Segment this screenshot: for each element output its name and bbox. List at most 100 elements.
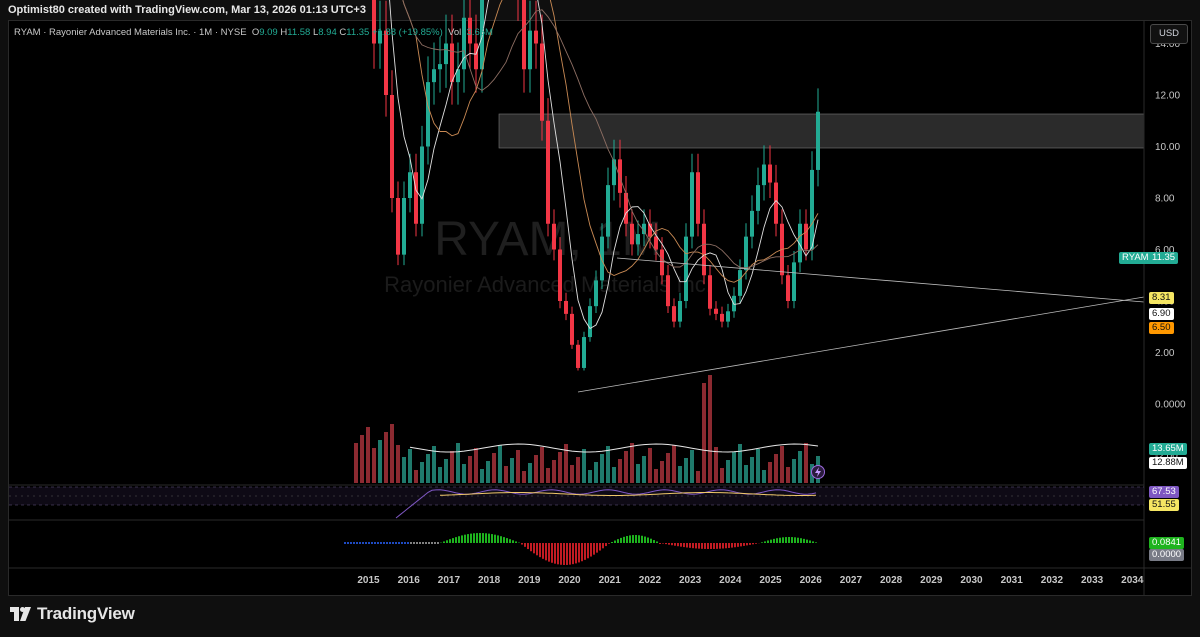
macd-bar (704, 543, 706, 549)
macd-bar (680, 543, 682, 547)
symbol-legend[interactable]: RYAM · Rayonier Advanced Materials Inc. … (14, 27, 493, 38)
macd-bar (560, 543, 562, 565)
macd-dot (392, 542, 394, 544)
macd-bar (779, 537, 781, 543)
volume-bar (504, 466, 508, 483)
price-axis[interactable]: 26.0024.0022.0020.0018.0016.0014.0012.00… (1155, 0, 1186, 462)
candle-body (756, 185, 760, 211)
macd-dot (386, 542, 388, 544)
volume-bar (798, 451, 802, 483)
macd-bar (557, 543, 559, 565)
volume-bar (354, 443, 358, 483)
tradingview-brand[interactable]: TradingView (10, 604, 135, 624)
macd-bar (572, 543, 574, 565)
macd-bar (470, 533, 472, 543)
volume-bar (474, 448, 478, 483)
macd-dot (434, 542, 436, 544)
symbol-price-tag: RYAM (1119, 252, 1152, 264)
volume-bar (528, 463, 532, 483)
macd-bar (554, 543, 556, 564)
volume-bar (666, 453, 670, 483)
watermark-name: Rayonier Advanced Materials Inc. (384, 272, 712, 297)
macd-bar (536, 543, 538, 556)
macd-bar (746, 543, 748, 546)
volume-bar (606, 446, 610, 483)
macd-dot (401, 542, 403, 544)
macd-dot (428, 542, 430, 544)
volume-bar (462, 464, 466, 483)
macd-bar (617, 539, 619, 543)
macd-dot (410, 542, 412, 544)
macd-bar (551, 543, 553, 563)
macd-bar (809, 540, 811, 543)
macd-bar (530, 543, 532, 552)
alert-bolt-icon[interactable] (811, 465, 825, 479)
volume-bar (378, 440, 382, 483)
volume-bar (660, 461, 664, 483)
macd-bar (698, 543, 700, 549)
time-tick: 2016 (398, 575, 421, 586)
macd-bar (449, 539, 451, 543)
volume-bar (498, 445, 502, 483)
candle-body (774, 182, 778, 224)
macd-bar (695, 543, 697, 549)
macd-bar (599, 543, 601, 551)
macd-bar (737, 543, 739, 547)
volume-bar (510, 458, 514, 483)
macd-bar (524, 543, 526, 547)
macd-dot (344, 542, 346, 544)
macd-bar (467, 534, 469, 543)
candle-body (540, 43, 544, 121)
volume-ma-tag: 12.88M (1149, 457, 1187, 469)
macd-bar (770, 539, 772, 543)
macd-bar (782, 537, 784, 543)
macd-dot (353, 542, 355, 544)
macd-dot (374, 542, 376, 544)
macd-bar (650, 538, 652, 543)
macd-bar (605, 543, 607, 547)
macd-bar (512, 540, 514, 543)
volume-bar (690, 450, 694, 483)
macd-bar (515, 541, 517, 543)
candle-body (426, 82, 430, 147)
macd-bar (797, 537, 799, 543)
volume-bar (756, 449, 760, 483)
lower-trendline[interactable] (577, 296, 1145, 393)
candle-body (738, 270, 742, 296)
volume-bar (672, 445, 676, 483)
price-tick: 10.00 (1155, 142, 1180, 153)
macd-bar (635, 535, 637, 543)
volume-bar (642, 456, 646, 483)
candle-body (810, 169, 814, 250)
macd-bar (446, 540, 448, 543)
macd-bar (752, 543, 754, 545)
volume-bar (516, 450, 520, 483)
time-tick: 2020 (558, 575, 581, 586)
macd-bar (587, 543, 589, 559)
volume-bar (732, 452, 736, 483)
legend-low: 8.94 (318, 27, 337, 38)
volume-bar (402, 457, 406, 483)
macd-bar (692, 543, 694, 549)
time-axis[interactable]: 2015 2016 2017 2018 2019 2020 2021 2022 2023 2024… (357, 575, 1143, 586)
macd-bar (683, 543, 685, 548)
volume-bar (492, 453, 496, 483)
candle-body (396, 198, 400, 255)
volume-bar (408, 449, 412, 483)
macd-bar (743, 543, 745, 546)
macd-zero-tag: 0.0000 (1149, 549, 1185, 561)
macd-bar (812, 541, 814, 543)
chart-canvas[interactable]: RYAM, 1M Rayonier Advanced Materials Inc… (0, 0, 1200, 637)
macd-bar (725, 543, 727, 549)
currency-button[interactable]: USD (1150, 24, 1188, 44)
time-tick: 2017 (438, 575, 461, 586)
candle-body (816, 111, 820, 170)
macd-bar (659, 543, 661, 544)
candle-body (804, 223, 808, 250)
time-tick: 2022 (639, 575, 662, 586)
macd-dot (407, 542, 409, 544)
candle-body (474, 43, 478, 70)
time-tick: 2029 (920, 575, 943, 586)
macd-bar (701, 543, 703, 549)
macd-bar (500, 536, 502, 543)
